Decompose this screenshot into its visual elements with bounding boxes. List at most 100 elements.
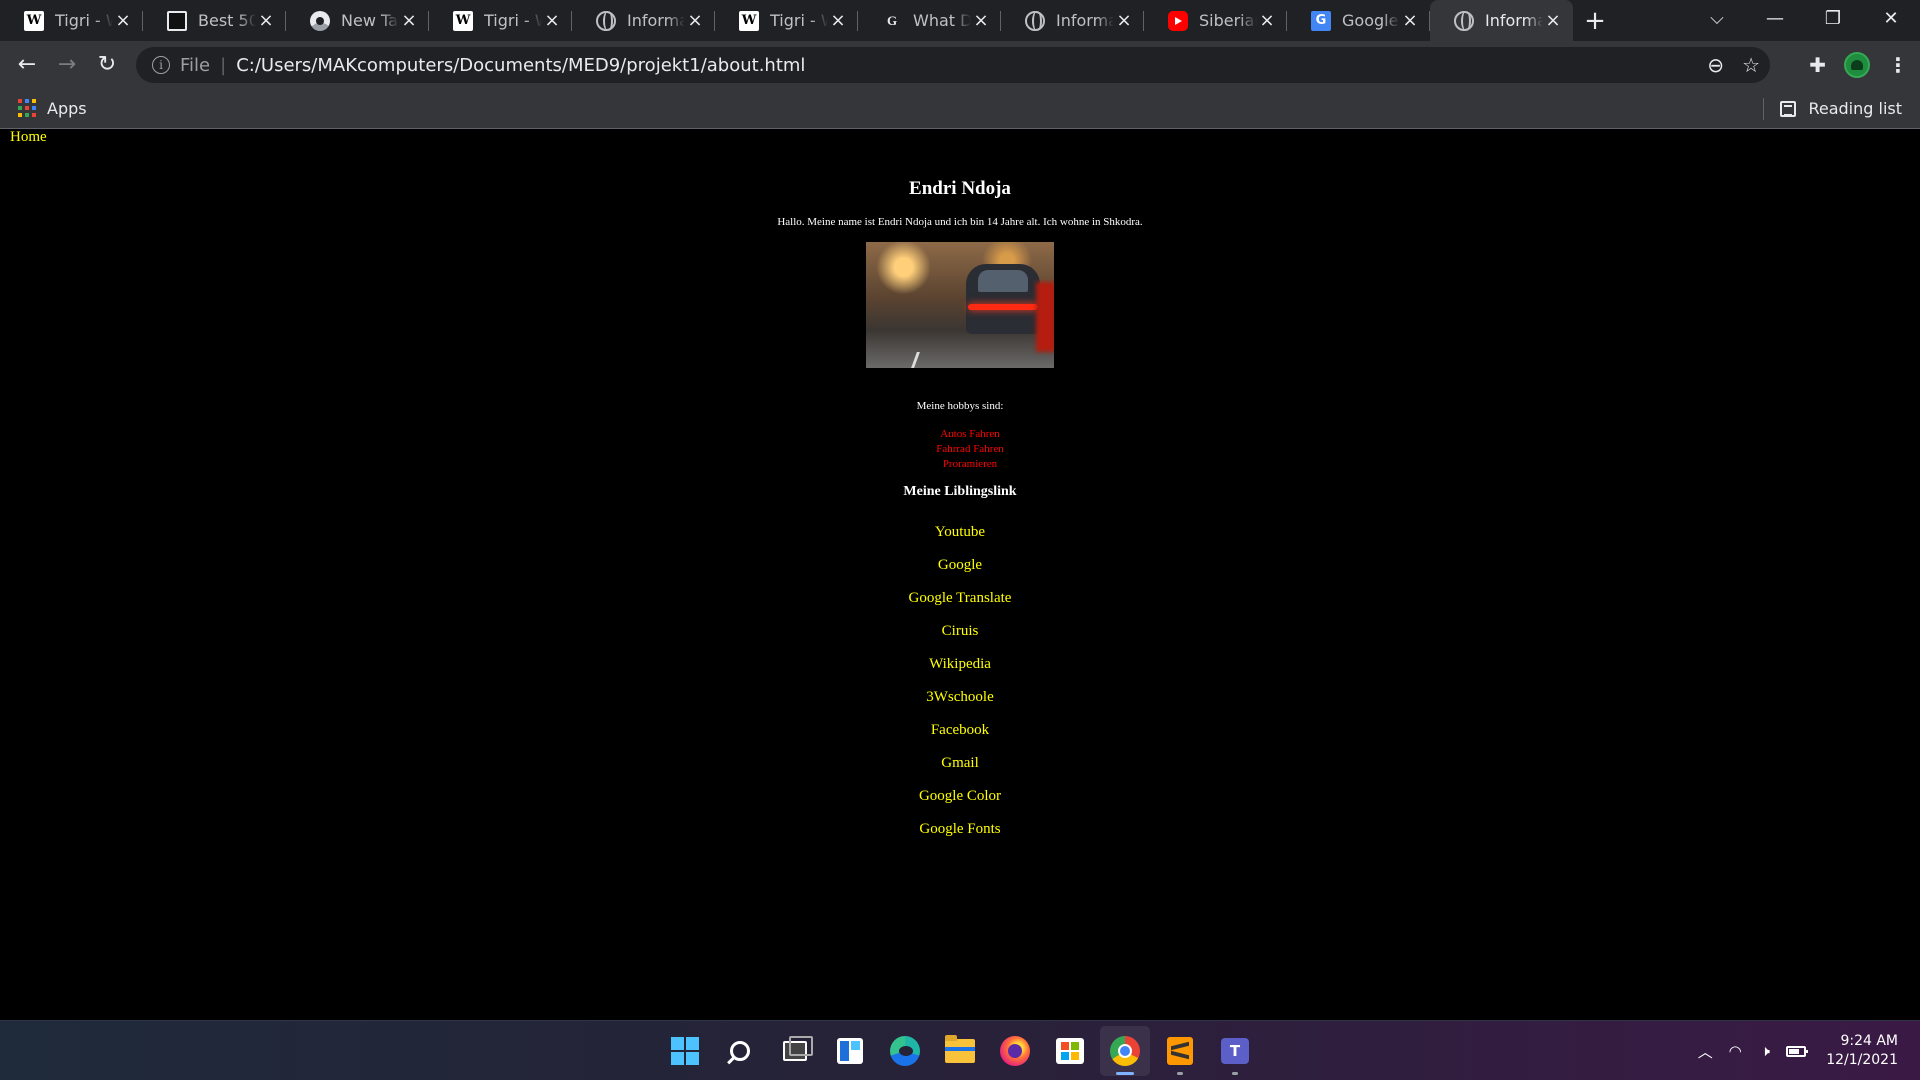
task-view-icon <box>783 1036 813 1061</box>
info-icon[interactable]: i <box>152 56 170 74</box>
window-controls: ⌵ — ❐ ✕ <box>1688 0 1920 36</box>
link-gmail[interactable]: Gmail <box>0 747 1920 780</box>
close-icon[interactable]: × <box>256 10 276 31</box>
widgets-icon <box>837 1038 863 1064</box>
battery-icon[interactable] <box>1786 1045 1809 1057</box>
address-separator: | <box>220 54 227 76</box>
link-ciruis[interactable]: Ciruis <box>0 615 1920 648</box>
chrome-taskbar-button[interactable] <box>1100 1026 1150 1076</box>
home-link[interactable]: Home <box>10 129 47 146</box>
link-google-translate[interactable]: Google Translate <box>0 582 1920 615</box>
profile-avatar-icon[interactable] <box>1844 51 1870 78</box>
widgets-button[interactable] <box>825 1026 875 1076</box>
zoom-icon[interactable]: ⊖ <box>1707 53 1724 77</box>
close-icon[interactable]: × <box>1400 10 1420 31</box>
tab-tigri-wikipedia-3[interactable]: W Tigri - Wikipedia × <box>715 0 858 41</box>
sublime-text-button[interactable] <box>1155 1026 1205 1076</box>
intro-text: Hallo. Meine name ist Endri Ndoja und ic… <box>777 216 1143 228</box>
speaker-muted-icon[interactable]: 🕨 <box>1752 1042 1778 1060</box>
bookmark-star-icon[interactable]: ☆ <box>1742 53 1760 77</box>
tab-title: Google Tr <box>1342 11 1400 30</box>
tab-strip: W Tigri - Wikipedia × Best 500+ × New Ta… <box>0 0 1920 41</box>
road-marking <box>911 352 920 368</box>
tab-title: Siberian T <box>1199 11 1257 30</box>
microsoft-store-icon <box>1056 1038 1084 1064</box>
tab-siberian[interactable]: Siberian T × <box>1144 0 1287 41</box>
edge-icon <box>890 1036 920 1066</box>
close-icon[interactable]: × <box>113 10 133 31</box>
firefox-button[interactable] <box>990 1026 1040 1076</box>
browser-toolbar: ← → ↻ i File | C:/Users/MAKcomputers/Doc… <box>0 41 1920 88</box>
chrome-icon <box>310 10 330 31</box>
tab-tigri-wikipedia-1[interactable]: W Tigri - Wikipedia × <box>0 0 143 41</box>
tab-title: Best 500+ <box>198 11 256 30</box>
close-icon[interactable]: × <box>1114 10 1134 31</box>
task-view-button[interactable] <box>770 1026 820 1076</box>
forward-arrow-icon[interactable]: → <box>47 45 87 85</box>
address-url[interactable]: C:/Users/MAKcomputers/Documents/MED9/pro… <box>236 55 805 76</box>
clock-time: 9:24 AM <box>1840 1033 1898 1049</box>
youtube-icon <box>1168 10 1188 31</box>
tab-title: New Tab <box>341 11 399 30</box>
page-title: Endri Ndoja <box>909 178 1011 199</box>
file-explorer-icon <box>945 1035 975 1063</box>
tab-new-tab[interactable]: New Tab × <box>286 0 429 41</box>
tab-tigri-wikipedia-2[interactable]: W Tigri - Wikipedia × <box>429 0 572 41</box>
back-arrow-icon[interactable]: ← <box>7 45 47 85</box>
taskbar: T ︿ ◠ 🕨 9:24 AM 12/1/2021 <box>0 1020 1920 1080</box>
link-google-fonts[interactable]: Google Fonts <box>0 813 1920 846</box>
windows-logo-icon <box>671 1037 699 1065</box>
reload-icon[interactable]: ↻ <box>87 45 127 85</box>
tab-title: Tigri - Wikipedia <box>55 11 113 30</box>
microsoft-store-button[interactable] <box>1045 1026 1095 1076</box>
start-button[interactable] <box>660 1026 710 1076</box>
google-g-icon: G <box>886 12 898 28</box>
teams-button[interactable]: T <box>1210 1026 1260 1076</box>
reading-list-icon <box>1780 100 1797 117</box>
close-icon[interactable]: × <box>542 10 562 31</box>
menu-kebab-icon[interactable]: ⋮ <box>1888 53 1908 77</box>
taskbar-search-button[interactable] <box>715 1026 765 1076</box>
clock[interactable]: 9:24 AM 12/1/2021 <box>1826 1032 1898 1070</box>
link-3wschoole[interactable]: 3Wschoole <box>0 681 1920 714</box>
google-translate-icon: G <box>1311 10 1331 31</box>
window-close-icon[interactable]: ✕ <box>1862 8 1920 29</box>
hobby-item: Autos Fahren <box>940 428 1000 440</box>
tab-google-translate[interactable]: G Google Tr × <box>1287 0 1430 41</box>
close-icon[interactable]: × <box>828 10 848 31</box>
tab-search-icon[interactable]: ⌵ <box>1688 8 1746 29</box>
address-scheme: File <box>180 54 211 76</box>
tab-information-2[interactable]: Information × <box>1001 0 1144 41</box>
tab-information-active[interactable]: Information × <box>1430 0 1573 41</box>
restore-icon[interactable]: ❐ <box>1804 8 1862 29</box>
edge-button[interactable] <box>880 1026 930 1076</box>
close-icon[interactable]: × <box>685 10 705 31</box>
apps-shortcut[interactable]: Apps <box>18 99 87 118</box>
wifi-icon[interactable]: ◠ <box>1722 1042 1748 1060</box>
file-explorer-button[interactable] <box>935 1026 985 1076</box>
close-icon[interactable]: × <box>971 10 991 31</box>
address-bar[interactable]: i File | C:/Users/MAKcomputers/Documents… <box>136 47 1770 83</box>
link-google[interactable]: Google <box>0 549 1920 582</box>
tab-best-500[interactable]: Best 500+ × <box>143 0 286 41</box>
link-wikipedia[interactable]: Wikipedia <box>0 648 1920 681</box>
new-tab-button[interactable]: + <box>1573 0 1617 41</box>
show-hidden-icons-chevron-icon[interactable]: ︿ <box>1692 1041 1718 1062</box>
reading-list-button[interactable]: Reading list <box>1763 88 1902 129</box>
globe-icon <box>596 10 616 31</box>
link-youtube[interactable]: Youtube <box>0 516 1920 549</box>
extensions-icon[interactable]: ✚ <box>1809 53 1826 77</box>
wikipedia-icon: W <box>453 10 473 31</box>
close-icon[interactable]: × <box>1257 10 1277 31</box>
tab-title: Tigri - Wikipedia <box>484 11 542 30</box>
running-indicator <box>1177 1072 1183 1075</box>
close-icon[interactable]: × <box>1543 10 1563 31</box>
tab-what-do[interactable]: G What Do × <box>858 0 1001 41</box>
tab-information-1[interactable]: Information × <box>572 0 715 41</box>
favorite-links-heading: Meine Liblingslink <box>903 484 1017 499</box>
link-google-color[interactable]: Google Color <box>0 780 1920 813</box>
globe-icon <box>1454 10 1474 31</box>
close-icon[interactable]: × <box>399 10 419 31</box>
minimize-icon[interactable]: — <box>1746 8 1804 29</box>
link-facebook[interactable]: Facebook <box>0 714 1920 747</box>
